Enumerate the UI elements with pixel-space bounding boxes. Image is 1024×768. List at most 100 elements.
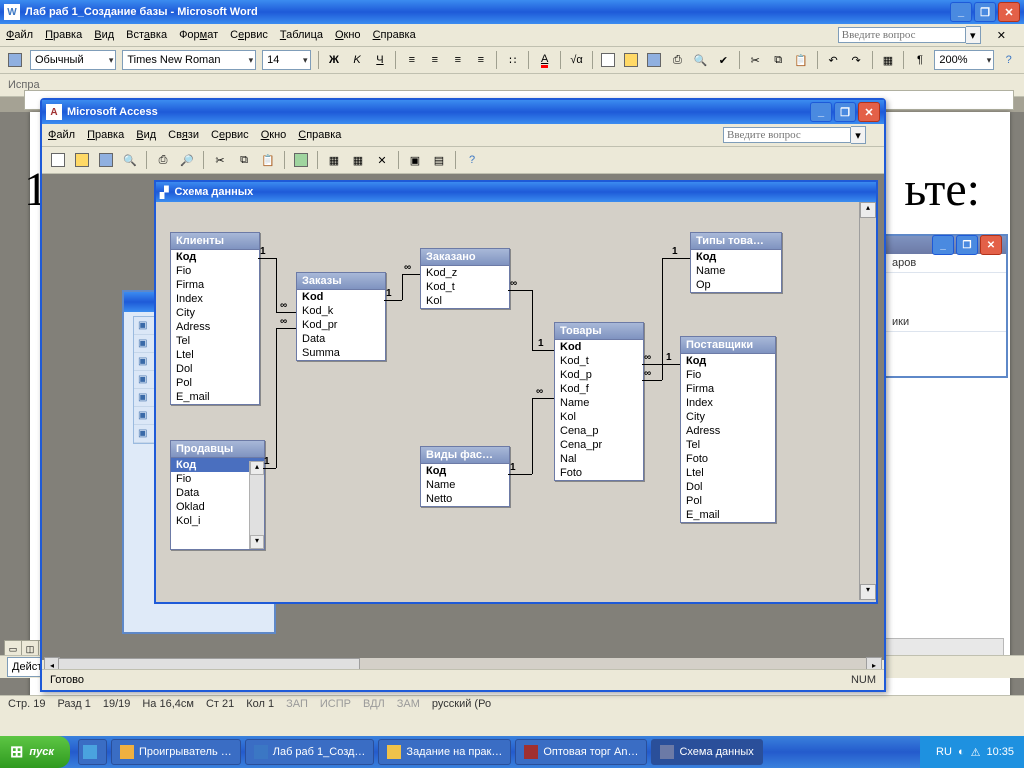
side-popup[interactable]: _❐✕ аров ики	[884, 234, 1008, 378]
field[interactable]: Ltel	[171, 348, 259, 362]
side-popup-title[interactable]: _❐✕	[886, 236, 1006, 254]
schema-titlebar[interactable]: ▞ Схема данных	[156, 182, 876, 202]
db-icon[interactable]: ▣	[404, 149, 426, 171]
table-types-title[interactable]: Типы това…	[691, 233, 781, 250]
cut-icon[interactable]: ✂	[745, 49, 766, 71]
showrel-icon[interactable]: ▦	[323, 149, 345, 171]
schema-scrollbar-v[interactable]: ▴ ▾	[859, 202, 876, 600]
field[interactable]: Pol	[681, 494, 775, 508]
table-orders-title[interactable]: Заказы	[297, 273, 385, 290]
preview-icon[interactable]: 🔎	[176, 149, 198, 171]
field[interactable]: Cena_p	[555, 424, 643, 438]
tray-icon[interactable]: ◐	[958, 746, 965, 758]
spell-icon[interactable]: ✔	[713, 49, 734, 71]
taskbar-item-0[interactable]: Проигрыватель …	[111, 739, 241, 765]
help-question-input[interactable]	[838, 27, 966, 43]
new-icon[interactable]	[598, 49, 619, 71]
field[interactable]: Fio	[681, 368, 775, 382]
bold-icon[interactable]: Ж	[324, 49, 345, 71]
field[interactable]: Kod_p	[555, 368, 643, 382]
field[interactable]: Код	[681, 354, 775, 368]
pilcrow-icon[interactable]: ¶	[909, 49, 930, 71]
search-icon[interactable]: 🔍	[119, 149, 141, 171]
field[interactable]: Kod	[555, 340, 643, 354]
align-justify-icon[interactable]: ≡	[470, 49, 491, 71]
field[interactable]: Kod	[297, 290, 385, 304]
field[interactable]: Kod_f	[555, 382, 643, 396]
dropdown-icon[interactable]: ▾	[851, 126, 866, 144]
field[interactable]: Name	[691, 264, 781, 278]
field[interactable]: Код	[421, 464, 509, 478]
eq-icon[interactable]: √α	[566, 49, 587, 71]
table-sellers-title[interactable]: Продавцы	[171, 441, 264, 458]
field[interactable]: Foto	[681, 452, 775, 466]
field[interactable]: City	[681, 410, 775, 424]
underline-icon[interactable]: Ч	[369, 49, 390, 71]
menu-view[interactable]: Вид	[94, 29, 114, 41]
font-color-icon[interactable]: A	[534, 49, 555, 71]
access-maximize-button[interactable]: ❐	[834, 102, 856, 122]
field[interactable]: Adress	[681, 424, 775, 438]
italic-icon[interactable]: K	[347, 49, 368, 71]
field[interactable]: City	[171, 306, 259, 320]
print-icon[interactable]: ⎙	[152, 149, 174, 171]
field[interactable]: Firma	[681, 382, 775, 396]
table-packs-title[interactable]: Виды фас…	[421, 447, 509, 464]
field[interactable]: Dol	[171, 362, 259, 376]
table-sellers[interactable]: Продавцы Код Fio Data Oklad Kol_i ▴▾	[170, 440, 265, 550]
help-icon[interactable]: ?	[461, 149, 483, 171]
table-ordered[interactable]: Заказано Kod_z Kod_t Kol	[420, 248, 510, 309]
table-ordered-title[interactable]: Заказано	[421, 249, 509, 266]
copy-icon[interactable]: ⧉	[768, 49, 789, 71]
clear-icon[interactable]: ✕	[371, 149, 393, 171]
taskbar-item-1[interactable]: Лаб раб 1_Созд…	[245, 739, 375, 765]
taskbar-item-4[interactable]: Схема данных	[651, 739, 762, 765]
amenu-window[interactable]: Окно	[261, 129, 287, 141]
field[interactable]: Kod_z	[421, 266, 509, 280]
menu-edit[interactable]: Правка	[45, 29, 82, 41]
start-button[interactable]: пуск	[0, 736, 70, 768]
field[interactable]: Op	[691, 278, 781, 292]
menu-file[interactable]: ФФайлайл	[6, 29, 33, 41]
field[interactable]: Summa	[297, 346, 385, 360]
field[interactable]: Kol	[421, 294, 509, 308]
redo-icon[interactable]: ↷	[846, 49, 867, 71]
field[interactable]: Foto	[555, 466, 643, 480]
field[interactable]: Код	[691, 250, 781, 264]
new-obj-icon[interactable]: ▤	[428, 149, 450, 171]
print-icon[interactable]: ⎙	[667, 49, 688, 71]
close-help-icon[interactable]: ✕	[997, 29, 1006, 42]
field[interactable]: Kod_t	[555, 354, 643, 368]
amenu-view[interactable]: Вид	[136, 129, 156, 141]
access-window[interactable]: A Microsoft Access _ ❐ ✕ Файл Правка Вид…	[40, 98, 886, 692]
table-orders[interactable]: Заказы Kod Kod_k Kod_pr Data Summa	[296, 272, 386, 361]
table-suppliers-title[interactable]: Поставщики	[681, 337, 775, 354]
tray-lang[interactable]: RU	[936, 746, 952, 758]
scrollbar-v[interactable]: ▴▾	[249, 461, 264, 549]
align-right-icon[interactable]: ≡	[447, 49, 468, 71]
menu-insert[interactable]: Вставка	[126, 29, 167, 41]
open-icon[interactable]	[71, 149, 93, 171]
field[interactable]: Код	[171, 250, 259, 264]
field[interactable]: Kod_pr	[297, 318, 385, 332]
field[interactable]: Nal	[555, 452, 643, 466]
menu-table[interactable]: Таблица	[280, 29, 323, 41]
table-types[interactable]: Типы това… Код Name Op	[690, 232, 782, 293]
save-icon[interactable]	[644, 49, 665, 71]
field[interactable]: Name	[421, 478, 509, 492]
side-row-0[interactable]: аров	[886, 254, 1006, 273]
table-suppliers[interactable]: Поставщики Код Fio Firma Index City Adre…	[680, 336, 776, 523]
field[interactable]: Tel	[681, 438, 775, 452]
field[interactable]: Cena_pr	[555, 438, 643, 452]
menu-window[interactable]: Окно	[335, 29, 361, 41]
access-close-button[interactable]: ✕	[858, 102, 880, 122]
menu-format[interactable]: Формат	[179, 29, 218, 41]
zoom-combo[interactable]: 200%	[934, 50, 994, 70]
font-combo[interactable]: Times New Roman	[122, 50, 256, 70]
style-combo[interactable]: Обычный	[30, 50, 116, 70]
field[interactable]: Firma	[171, 278, 259, 292]
maximize-button[interactable]: ❐	[974, 2, 996, 22]
field[interactable]: Kol	[555, 410, 643, 424]
word-titlebar[interactable]: W Лаб раб 1_Создание базы - Microsoft Wo…	[0, 0, 1024, 24]
align-center-icon[interactable]: ≡	[424, 49, 445, 71]
